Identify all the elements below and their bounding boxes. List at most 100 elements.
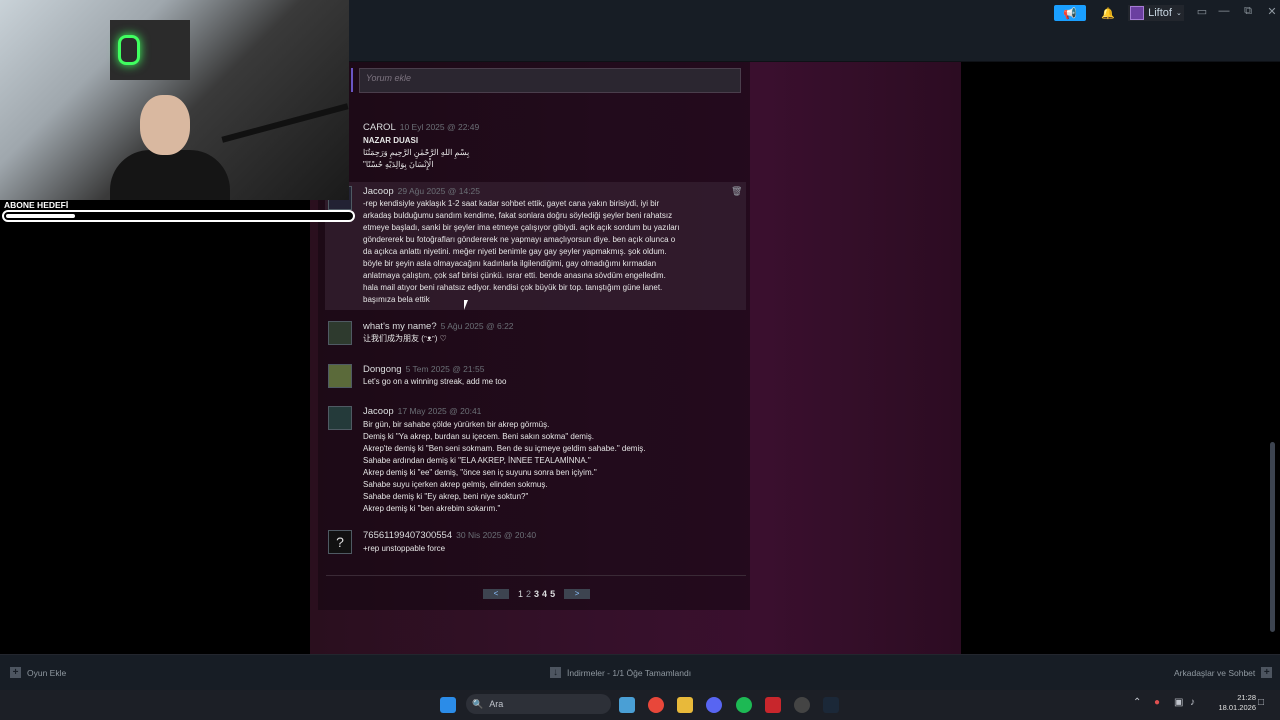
page-number: 1 [518,588,524,599]
goal-label: ABONE HEDEFİ [4,200,69,210]
comment-item: Jacoop 29 Ağu 2025 @ 14:25 🗑 -rep kendisi… [325,182,746,310]
next-page-button[interactable]: > [564,588,591,599]
mic-icon[interactable]: ● [1154,697,1160,708]
comment-author-line: Jacoop 29 Ağu 2025 @ 14:25 [363,186,480,197]
discord-icon[interactable] [706,697,722,713]
comment-author[interactable]: CAROL [363,122,396,133]
comment-input[interactable]: Yorum ekle [359,68,741,93]
scrollbar[interactable] [1270,442,1275,632]
monitor-icon[interactable]: ▭ [1192,5,1212,19]
taskbar-search[interactable]: 🔍 Ara [466,694,611,714]
widgets-icon[interactable] [619,697,635,713]
avatar[interactable] [328,364,352,388]
comment-line: böyle bir şeyin asla olmayacağını kadınl… [363,259,657,268]
comment-author[interactable]: Jacoop [363,406,394,417]
app-icon[interactable] [765,697,781,713]
user-name: Liftof [1148,7,1172,19]
download-icon: ↓ [550,667,561,678]
avatar [1130,6,1145,20]
comment-author[interactable]: 76561199407300554 [363,530,452,541]
downloads-label: İndirmeler - 1/1 Öğe Tamamlandı [567,667,692,678]
network-icon[interactable]: ▣ [1174,697,1183,708]
comment-line: Akrep'te demiş ki "Ben seni sokmam. Ben … [363,444,646,453]
close-button[interactable]: ✕ [1262,5,1280,19]
search-icon: 🔍 [472,698,484,709]
comment-accent [351,68,353,92]
comment-line: Sahabe suyu içerken akrep gelmiş, elinde… [363,480,548,489]
comment-line: -rep kendisiyle yaklaşık 1-2 saat kadar … [363,199,660,208]
comment-author[interactable]: Jacoop [363,186,394,197]
page-link[interactable]: 4 [542,589,547,599]
comment-date: 17 May 2025 @ 20:41 [397,406,482,416]
prev-page-button[interactable]: < [483,588,509,599]
streamer-body-graphic [110,150,230,200]
chrome-icon[interactable] [648,697,664,713]
comment-item: Jacoop 17 May 2025 @ 20:41 Bir gün, bir s… [325,406,746,518]
maximize-button[interactable]: ⧉ [1238,5,1258,19]
comment-line: Sahabe ardından demiş ki "ELA AKREP, İNN… [363,456,591,465]
downloads-button[interactable]: ↓ İndirmeler - 1/1 Öğe Tamamlandı [550,667,691,678]
comment-line: göndererek bu fotoğrafları göndererek ne… [363,235,676,244]
comment-text: Bir gün, bir sahabe çölde yürürken bir a… [363,419,645,515]
neon-sign-graphic [118,35,140,65]
clock-time: 21:28 [1237,693,1256,702]
avatar[interactable] [328,406,352,430]
comment-author[interactable]: what's my name? [363,321,437,332]
chevron-up-icon[interactable]: ⌃ [1133,697,1141,708]
page-link[interactable]: 5 [550,589,555,599]
webcam-overlay [0,0,349,200]
comment-line: Bir gün, bir sahabe çölde yürürken bir a… [363,420,550,429]
question-mark-icon[interactable]: ? [328,530,352,554]
folder-icon[interactable] [677,697,693,713]
comment-author-line: 76561199407300554 30 Nis 2025 @ 20:40 [363,530,536,541]
comment-line: Akrep demiş ki "ee" demiş, "önce sen iç … [363,468,597,477]
chat-icon: + [1261,667,1273,678]
comment-author[interactable]: Dongong [363,364,402,375]
friends-chat-button[interactable]: Arkadaşlar ve Sohbet + [1174,667,1273,678]
comment-author-line: Jacoop 17 May 2025 @ 20:41 [363,406,481,417]
comment-item: Dongong 5 Tem 2025 @ 21:55 Let's go on a … [325,364,746,394]
spotify-icon[interactable] [736,697,752,713]
comment-line: Demiş ki "Ya akrep, burdan su içecem. Be… [363,432,594,441]
divider [326,575,746,576]
comment-text: Let's go on a winning streak, add me too [363,377,507,386]
comment-line: Sahabe demiş ki "Ey akrep, beni niye sok… [363,492,529,501]
notification-icon[interactable]: □ [1258,697,1264,708]
comment-date: 29 Ağu 2025 @ 14:25 [397,186,481,196]
obs-icon[interactable] [794,697,810,713]
comment-line: başımıza bela ettik [363,295,430,304]
page-link[interactable]: 3 [534,589,539,599]
user-menu-button[interactable]: Liftof ⌄ [1128,5,1184,21]
streamer-head-graphic [140,95,190,155]
friends-label: Arkadaşlar ve Sohbet [1174,667,1256,678]
goal-progress-bar [2,210,355,222]
steam-icon[interactable] [823,697,839,713]
minimize-button[interactable]: — [1214,5,1234,19]
pagination: < 1 2 3 4 5 > [483,588,591,599]
comment-text: NAZAR DUASI بِسْمِ اللهِ الرَّحْمٰنِ الر… [363,135,469,171]
megaphone-icon: 📢 [1063,7,1077,20]
comment-author-line: CAROL 10 Eyl 2025 @ 22:49 [363,122,479,133]
taskbar [0,690,1280,720]
comment-line: "الْإِنْسَانَ بِوَالِدَيْهِ حُسْنًا [363,160,434,169]
windows-start-icon[interactable] [440,697,456,713]
clock[interactable]: 21:28 18.01.2026 [1208,693,1256,713]
comment-line: Akrep demiş ki "ben akrebim sokarım." [363,504,501,513]
comment-line: anlatmaya çalıştım, çok saf birisi çünkü… [363,271,666,280]
avatar[interactable] [328,321,352,345]
right-area [961,62,1280,654]
comment-date: 5 Ağu 2025 @ 6:22 [440,321,514,331]
bell-icon: 🔔 [1101,7,1115,20]
comment-date: 10 Eyl 2025 @ 22:49 [399,122,480,132]
goal-progress-fill [6,214,75,218]
comment-line: arkadaş bulduğumu sandım kendime, fakat … [363,211,673,220]
volume-icon[interactable]: ♪ [1190,697,1195,708]
page-link[interactable]: 2 [526,589,531,599]
announcement-button[interactable]: 📢 [1054,5,1086,21]
trash-icon[interactable]: 🗑 [731,186,742,196]
comment-date: 30 Nis 2025 @ 20:40 [456,530,537,540]
clock-date: 18.01.2026 [1218,703,1256,712]
add-game-button[interactable]: + Oyun Ekle [10,667,66,678]
comment-item: ? 76561199407300554 30 Nis 2025 @ 20:40 +… [325,530,746,560]
notifications-button[interactable]: 🔔 [1096,5,1120,21]
